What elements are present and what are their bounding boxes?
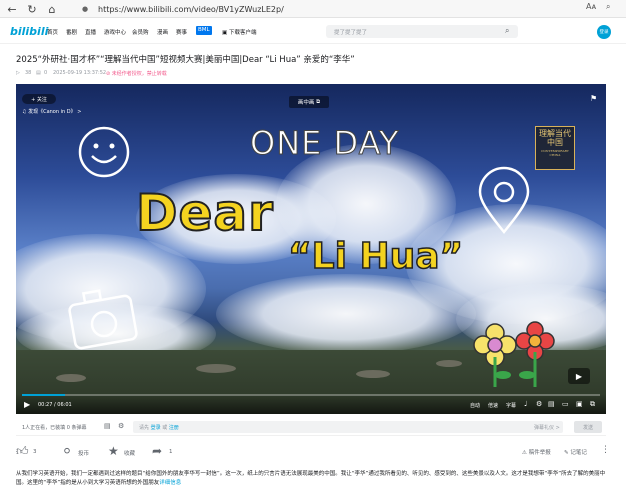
like-icon[interactable]: 👍︎ — [16, 444, 29, 459]
no-repost-notice: ⊘ 未经作者授权，禁止转载 — [106, 71, 167, 77]
bilibili-logo[interactable]: bilibili — [10, 25, 48, 38]
progress-fill — [22, 394, 66, 396]
login-avatar[interactable]: 登录 — [597, 25, 611, 39]
register-link[interactable]: 注册 — [169, 424, 179, 431]
settings-icon[interactable]: ⚙ — [536, 400, 542, 408]
player-controls — [16, 394, 606, 414]
coin-label[interactable]: 投币 — [78, 449, 89, 457]
web-fullscreen-icon[interactable]: ▣ — [576, 400, 583, 408]
cloud — [216, 274, 476, 354]
one-day-caption: ONE DAY — [250, 124, 400, 163]
lock-icon: ● — [82, 5, 89, 13]
report-label: 稿件举报 — [528, 450, 551, 456]
address-bar[interactable]: ● https://www.bilibili.com/video/BV1yZWu… — [82, 2, 602, 16]
progress-bar[interactable] — [22, 394, 600, 396]
camera-doodle-icon — [68, 289, 138, 350]
danmaku-or: 或 — [162, 424, 168, 431]
rock — [356, 370, 390, 378]
home-icon[interactable]: ⌂ — [44, 1, 60, 17]
nav-live[interactable]: 直播 — [85, 28, 96, 36]
share-count: 1 — [169, 449, 173, 455]
like-count: 3 — [33, 449, 37, 455]
notes-link[interactable]: ✎ 记笔记 — [564, 448, 587, 456]
back-arrow-icon[interactable]: ← — [4, 1, 20, 17]
danmaku-count: 0 — [44, 70, 48, 76]
download-client-link[interactable]: ▣ 下载客户端 — [222, 28, 256, 36]
viewer-count: 1人正在看，已装填 0 条弹幕 — [22, 425, 87, 431]
send-danmaku-button[interactable]: 发送 — [574, 421, 602, 433]
description-text: 从我们学习英语开始，我们一定都遇到过这样的题目“给你国外的朋友李华写一封信”。这… — [16, 471, 606, 486]
widescreen-icon[interactable]: ▭ — [562, 400, 569, 408]
seal-subtext: CONTEMPORARY CHINA — [541, 149, 569, 157]
picture-in-picture-button[interactable]: 画中画 ⧉ — [289, 96, 329, 108]
bookmark-icon[interactable]: ⚑ — [590, 94, 597, 103]
auto-quality-button[interactable]: 自动 — [470, 402, 480, 409]
danmaku-input[interactable]: 请先 登录 或 注册 — [133, 421, 563, 433]
danmaku-input-prefix: 请先 — [139, 424, 150, 431]
rock — [436, 360, 462, 367]
video-description: 从我们学习英语开始，我们一定都遇到过这样的题目“给你国外的朋友李华写一封信”。这… — [16, 470, 612, 487]
more-options-icon[interactable]: ⋮ — [601, 445, 610, 455]
nav-esports[interactable]: 赛事 — [176, 28, 187, 36]
follow-button[interactable]: + 关注 — [22, 94, 56, 104]
danmaku-etiquette-link[interactable]: 弹幕礼仪 > — [534, 424, 560, 431]
search-input[interactable]: 提了提了提了 — [326, 25, 518, 38]
nav-manga[interactable]: 漫画 — [157, 28, 168, 36]
report-link[interactable]: ⚠ 稿件举报 — [522, 448, 551, 456]
li-hua-caption: “Li Hua” — [287, 235, 464, 278]
speed-button[interactable]: 倍速 — [488, 402, 498, 409]
view-count: 38 — [25, 70, 32, 76]
nav-game-center[interactable]: 游戏中心 — [104, 28, 126, 36]
play-icon[interactable]: ▶ — [24, 400, 30, 409]
seal-text: 理解当代中国 — [539, 129, 571, 147]
tv-icon[interactable]: ▶ — [568, 368, 590, 384]
video-player[interactable]: ONE DAY Dear “Li Hua” + 关注 ♫ 发现《Canon in… — [16, 84, 606, 414]
volume-icon[interactable]: ♩ — [524, 400, 527, 408]
rock — [56, 374, 86, 382]
dear-caption: Dear — [135, 183, 274, 243]
reload-icon[interactable]: ↻ — [24, 1, 40, 17]
zoom-icon[interactable]: ⌕ — [606, 2, 610, 12]
contemporary-china-logo: 理解当代中国 CONTEMPORARY CHINA — [535, 126, 575, 170]
favorite-label[interactable]: 收藏 — [124, 449, 135, 457]
search-icon[interactable]: ⌕ — [505, 26, 509, 36]
danmaku-toggle-icon[interactable]: ▤ — [548, 400, 555, 408]
views-icon: ▷ — [16, 70, 20, 76]
share-arrow-icon[interactable]: ➦ — [152, 444, 162, 458]
danmaku-switch-icon[interactable]: ▤ — [104, 422, 111, 430]
publish-date: 2025-09-19 13:37:52 — [53, 70, 107, 76]
pip-label: 画中画 — [297, 100, 315, 106]
rock — [196, 364, 236, 373]
fullscreen-icon[interactable]: ⧉ — [590, 400, 595, 409]
nav-home[interactable]: 首页 — [47, 28, 58, 36]
nav-vip-shop[interactable]: 会员购 — [132, 28, 149, 36]
url-text: https://www.bilibili.com/video/BV1yZWuzL… — [98, 4, 284, 14]
download-label: 下载客户端 — [228, 30, 257, 36]
nav-anime[interactable]: 番剧 — [66, 28, 77, 36]
time-total: 06:01 — [57, 402, 72, 408]
danmaku-count-icon: ▤ — [36, 70, 41, 76]
login-link[interactable]: 登录 — [151, 424, 161, 431]
danmaku-settings-icon[interactable]: ⚙ — [118, 422, 124, 430]
smiley-doodle-icon — [78, 126, 130, 178]
no-repost-text: 未经作者授权，禁止转载 — [111, 71, 167, 77]
flowers-doodle-icon — [473, 321, 555, 387]
location-pin-doodle-icon — [478, 166, 530, 234]
subtitle-button[interactable]: 字幕 — [506, 402, 516, 409]
favorite-star-icon[interactable]: ★ — [108, 444, 119, 458]
time-display: 00:27 / 06:01 — [38, 402, 72, 408]
notes-label: 记笔记 — [570, 450, 587, 456]
nav-bml-badge[interactable]: BML — [196, 26, 212, 35]
coin-icon[interactable]: ⚪ — [62, 444, 72, 458]
reader-mode-icon[interactable]: Aᴀ — [586, 2, 596, 11]
music-tag[interactable]: ♫ 发现《Canon in D》 > — [22, 108, 81, 115]
time-current: 00:27 — [38, 402, 53, 408]
music-tag-label: 发现《Canon in D》 > — [28, 109, 82, 115]
description-more-link[interactable]: 详细信息 — [159, 480, 181, 486]
video-title: 2025“外研社·国才杯”“理解当代中国”短视频大赛|美丽中国|Dear “Li… — [16, 55, 355, 65]
